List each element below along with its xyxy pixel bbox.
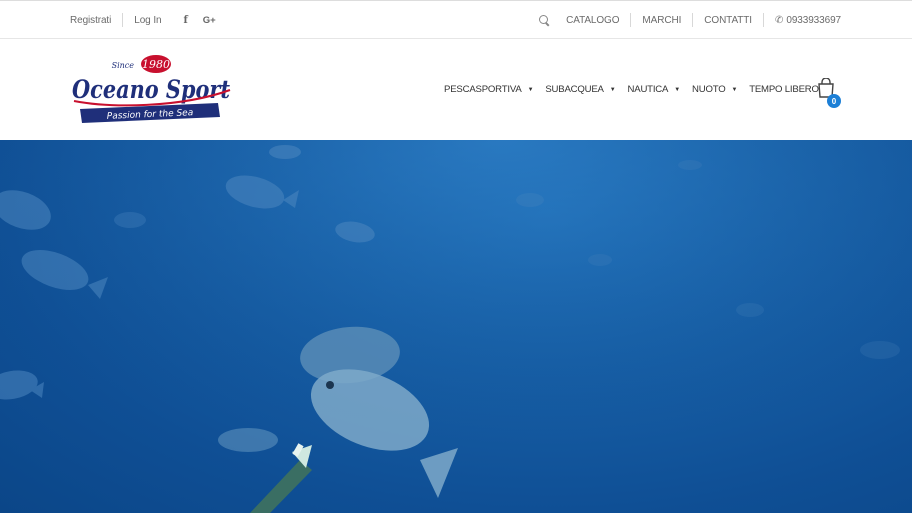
caret-down-icon: ▼ xyxy=(527,86,534,93)
main-header: 1980 Since Oceano Sport Passion for the … xyxy=(0,39,912,140)
google-plus-icon[interactable]: G+ xyxy=(203,15,216,26)
caret-down-icon: ▼ xyxy=(674,86,680,93)
brand-logo[interactable]: 1980 Since Oceano Sport Passion for the … xyxy=(70,54,234,126)
logo-since: Since xyxy=(112,61,135,70)
logo-year: 1980 xyxy=(142,58,170,71)
phone-number[interactable]: 0933933697 xyxy=(786,15,841,26)
nav-item-nautica[interactable]: NAUTICA ▼ xyxy=(627,84,681,95)
cart-button[interactable]: 0 xyxy=(817,77,843,108)
nav-item-label: PESCASPORTIVA xyxy=(444,84,522,95)
top-bar-left: Registrati Log In f G+ xyxy=(70,1,216,39)
nav-item-nuoto[interactable]: NUOTO ▼ xyxy=(692,84,737,95)
catalog-link[interactable]: CATALOGO xyxy=(566,15,619,26)
top-bar-right: CATALOGO MARCHI CONTATTI ✆ 0933933697 xyxy=(539,1,841,39)
nav-item-label: NAUTICA xyxy=(627,84,669,95)
divider xyxy=(762,13,764,27)
caret-down-icon: ▼ xyxy=(731,86,738,93)
nav-item-pescasportiva[interactable]: PESCASPORTIVA ▼ xyxy=(444,84,534,95)
divider xyxy=(630,13,632,27)
nav-item-subacquea[interactable]: SUBACQUEA ▼ xyxy=(545,84,615,95)
divider xyxy=(122,13,124,27)
register-link[interactable]: Registrati xyxy=(70,15,111,26)
main-nav: PESCASPORTIVA ▼ SUBACQUEA ▼ NAUTICA ▼ NU… xyxy=(444,39,843,140)
top-bar: Registrati Log In f G+ CATALOGO MARCHI C… xyxy=(0,0,912,39)
login-link[interactable]: Log In xyxy=(134,15,161,26)
cart-count-badge: 0 xyxy=(827,94,841,108)
nav-item-label: NUOTO xyxy=(691,84,726,95)
caret-down-icon: ▼ xyxy=(609,86,616,93)
brands-link[interactable]: MARCHI xyxy=(642,15,681,26)
hero-scene xyxy=(0,140,912,513)
nav-item-label: TEMPO LIBERO xyxy=(749,84,819,95)
nav-item-label: SUBACQUEA xyxy=(545,84,604,95)
contacts-link[interactable]: CONTATTI xyxy=(704,15,752,26)
facebook-icon[interactable]: f xyxy=(183,15,187,26)
phone-icon: ✆ xyxy=(774,14,784,26)
search-icon[interactable] xyxy=(539,14,550,26)
hero-underwater-image xyxy=(0,140,912,513)
divider xyxy=(692,13,694,27)
logo-brand-name: Oceano Sport xyxy=(72,75,230,104)
